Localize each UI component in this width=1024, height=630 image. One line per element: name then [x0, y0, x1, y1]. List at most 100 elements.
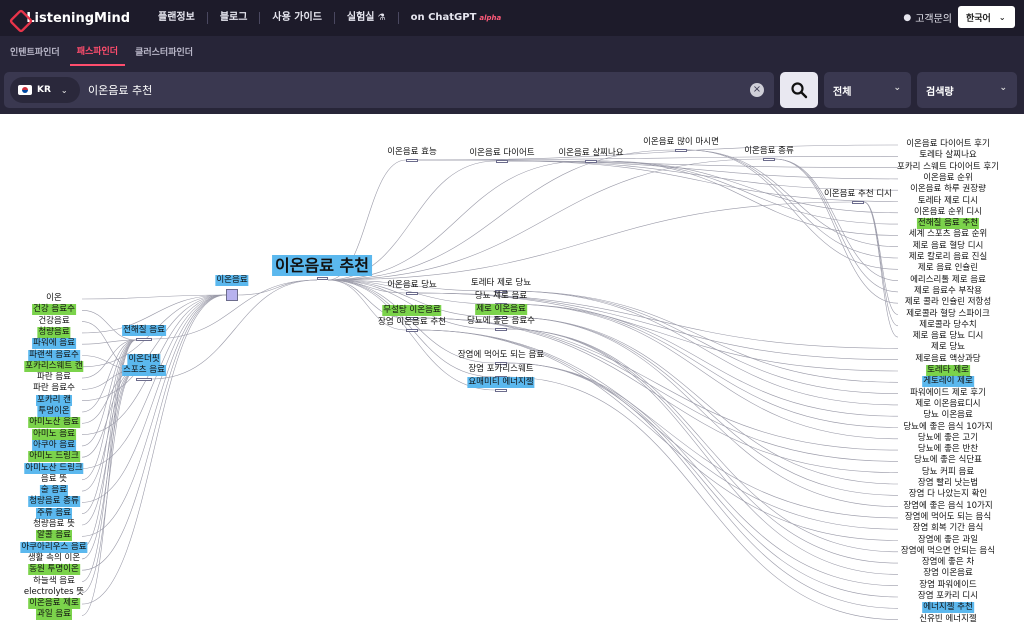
- right-keyword-node[interactable]: 당뇨에 좋은 식단표: [913, 455, 983, 466]
- left-keyword-node[interactable]: 포카리스웨트 캔: [24, 360, 84, 372]
- tab-intent-finder[interactable]: 인텐트파인더: [3, 36, 67, 66]
- mid-keyword-node[interactable]: 제로 이온음료: [475, 304, 527, 315]
- right-keyword-node[interactable]: 당뇨 커피 음료: [921, 467, 975, 478]
- right-keyword-node[interactable]: 제로 콜라 인슐린 저항성: [904, 297, 992, 308]
- right-keyword-node[interactable]: 제로콜라 당수치: [918, 320, 977, 331]
- right-keyword-node[interactable]: 장염 이온음료: [922, 568, 974, 579]
- right-keyword-node[interactable]: 제로 음료 당뇨 디시: [912, 331, 985, 342]
- right-keyword-node[interactable]: 세계 스포츠 음료 순위: [908, 229, 989, 240]
- right-keyword-node[interactable]: 제로콜라 혈당 스파이크: [905, 309, 991, 320]
- mid-keyword-node[interactable]: 이온음료 당뇨: [386, 280, 438, 291]
- right-keyword-node[interactable]: 장염 다 나았는지 확인: [908, 489, 989, 500]
- right-keyword-node[interactable]: 당뇨에 좋은 고기: [917, 433, 979, 444]
- left-keyword-node[interactable]: 생활 속의 이온: [27, 553, 81, 564]
- tab-path-finder[interactable]: 패스파인더: [69, 36, 126, 66]
- left-keyword-node[interactable]: 아미노산 음료: [28, 417, 80, 429]
- right-keyword-node[interactable]: 장염에 먹으면 안되는 음식: [900, 546, 996, 557]
- left-keyword-node[interactable]: 청량음료 종류: [28, 496, 80, 508]
- right-keyword-node[interactable]: 장염 빨리 낫는법: [917, 478, 979, 489]
- mid-keyword-node[interactable]: 요매미티 에너지젤: [467, 377, 535, 388]
- nav-chatgpt[interactable]: on ChatGPT alpha: [399, 12, 514, 24]
- right-keyword-node[interactable]: 토레타 살찌나요: [918, 150, 977, 161]
- right-keyword-node[interactable]: 장염 회복 기간 음식: [912, 523, 985, 534]
- sort-select[interactable]: 검색량 ⌄: [917, 72, 1017, 108]
- hub-node-ionthefit-line2[interactable]: 스포츠 음료: [122, 365, 166, 376]
- right-keyword-node[interactable]: 토레타 제로: [926, 365, 970, 376]
- left-keyword-node[interactable]: 술 음료: [39, 485, 69, 497]
- nav-lab[interactable]: 실험실 ⚗: [335, 12, 399, 24]
- mid-keyword-node[interactable]: 이온음료 추천 디시: [823, 189, 893, 200]
- left-keyword-node[interactable]: 하늘색 음료: [32, 576, 76, 587]
- left-keyword-node[interactable]: 투명이온: [37, 406, 71, 417]
- left-keyword-node[interactable]: 알콜 음료: [36, 530, 72, 542]
- right-keyword-node[interactable]: 장염 파워에이드: [918, 580, 977, 591]
- right-keyword-node[interactable]: 장염에 좋은 과일: [917, 535, 979, 546]
- contact-link[interactable]: ● 고객문의: [903, 10, 952, 26]
- mid-keyword-node[interactable]: 토레타 제로 당뇨: [470, 278, 532, 289]
- country-select[interactable]: KR ⌄: [10, 77, 80, 103]
- right-keyword-node[interactable]: 장염에 먹어도 되는 음식: [904, 512, 992, 523]
- center-keyword-node[interactable]: 이온음료 추천: [272, 255, 372, 276]
- left-keyword-node[interactable]: 주류 음료: [36, 507, 72, 519]
- left-keyword-node[interactable]: 아쿠아리우스 음료: [20, 541, 88, 553]
- nav-plan[interactable]: 플랜정보: [146, 12, 208, 24]
- search-input[interactable]: 이온음료 추천: [88, 82, 750, 98]
- left-keyword-node[interactable]: 파랜색 음료수: [28, 349, 80, 361]
- right-keyword-node[interactable]: 제로음료 액상과당: [914, 354, 981, 365]
- right-keyword-node[interactable]: 이온음료 순위: [922, 173, 974, 184]
- right-keyword-node[interactable]: 당뇨에 좋은 음식 10가지: [902, 422, 993, 433]
- left-keyword-node[interactable]: 음료 뜻: [40, 474, 68, 485]
- right-keyword-node[interactable]: 포카리 스웨트 다이어트 후기: [896, 162, 1000, 173]
- right-keyword-node[interactable]: 이온음료 하루 권장량: [909, 184, 987, 195]
- mid-keyword-node[interactable]: 당뇨 제로 음료: [474, 291, 528, 302]
- hub-node-electrolyte[interactable]: 전해질 음료: [122, 325, 166, 336]
- right-keyword-node[interactable]: 장염에 좋은 차: [921, 557, 975, 568]
- left-keyword-node[interactable]: 아미노 음료: [32, 428, 76, 440]
- left-keyword-node[interactable]: 청량음료 뜻: [32, 519, 76, 530]
- right-keyword-node[interactable]: 게토레이 제로: [922, 376, 974, 388]
- right-keyword-node[interactable]: 에너지젤 추천: [922, 602, 974, 614]
- right-keyword-node[interactable]: 제로 음료 혈당 디시: [912, 241, 985, 252]
- nav-guide[interactable]: 사용 가이드: [260, 12, 335, 24]
- right-keyword-node[interactable]: 신유빈 에너지젤: [918, 614, 977, 625]
- tab-cluster-finder[interactable]: 클러스터파인더: [128, 36, 200, 66]
- mid-keyword-node[interactable]: 장염 이온음료 추천: [377, 317, 447, 328]
- left-keyword-node[interactable]: 파란 음료수: [32, 383, 76, 394]
- right-keyword-node[interactable]: 당뇨 이온음료: [922, 410, 974, 421]
- left-keyword-node[interactable]: 파워에 음료: [32, 338, 76, 350]
- mid-keyword-node[interactable]: 무설탕 이온음료: [382, 305, 442, 316]
- right-keyword-node[interactable]: 에리스리톨 제로 음료: [909, 275, 987, 286]
- mid-keyword-node[interactable]: 장염 포카리스웨트: [467, 364, 534, 375]
- left-keyword-node[interactable]: 과일 음료: [36, 609, 72, 621]
- search-button[interactable]: [780, 72, 818, 108]
- mid-keyword-node[interactable]: 이온음료 종류: [743, 146, 795, 157]
- mid-keyword-node[interactable]: 당뇨에 좋은 음료수: [466, 316, 536, 327]
- left-keyword-node[interactable]: 아쿠아 음료: [32, 439, 76, 451]
- hub-node-ionthefit-line1[interactable]: 이온더핏: [127, 354, 161, 365]
- right-keyword-node[interactable]: 장염에 좋은 음식 10가지: [902, 501, 993, 512]
- left-keyword-node[interactable]: 아미노산 드링크: [24, 462, 84, 474]
- right-keyword-node[interactable]: 전해질 음료 추천: [916, 218, 980, 230]
- left-keyword-node[interactable]: 이온: [45, 293, 63, 304]
- left-keyword-node[interactable]: 파란 음료: [36, 372, 72, 383]
- left-keyword-node[interactable]: electrolytes 뜻: [23, 587, 85, 598]
- mid-keyword-node[interactable]: 이온음료 살찌나요: [557, 148, 624, 159]
- logo[interactable]: ListeningMind: [8, 9, 130, 27]
- mid-keyword-node[interactable]: 이온음료 많이 마시면: [642, 137, 720, 148]
- right-keyword-node[interactable]: 장염 포카리 디시: [917, 591, 979, 602]
- right-keyword-node[interactable]: 이온음료 다이어트 후기: [905, 139, 991, 150]
- hub-node-ionumryo[interactable]: 이온음료: [215, 275, 249, 286]
- right-keyword-node[interactable]: 토레타 제로 디시: [917, 196, 979, 207]
- left-keyword-node[interactable]: 이온음료 제로: [28, 598, 80, 610]
- nav-blog[interactable]: 블로그: [208, 12, 261, 24]
- scope-select[interactable]: 전체 ⌄: [824, 72, 911, 108]
- right-keyword-node[interactable]: 제로 음료수 부작용: [913, 286, 983, 297]
- right-keyword-node[interactable]: 제로 당뇨: [930, 342, 966, 353]
- right-keyword-node[interactable]: 제로 칼로리 음료 진실: [908, 252, 989, 263]
- clear-icon[interactable]: ×: [750, 83, 764, 97]
- left-keyword-node[interactable]: 동원 투명이온: [28, 564, 80, 576]
- right-keyword-node[interactable]: 제로 음료 인슐린: [917, 263, 979, 274]
- mid-keyword-node[interactable]: 장염에 먹어도 되는 음료: [457, 350, 545, 361]
- right-keyword-node[interactable]: 제로 이온음료디시: [914, 399, 981, 410]
- mid-keyword-node[interactable]: 이온음료 효능: [386, 147, 438, 158]
